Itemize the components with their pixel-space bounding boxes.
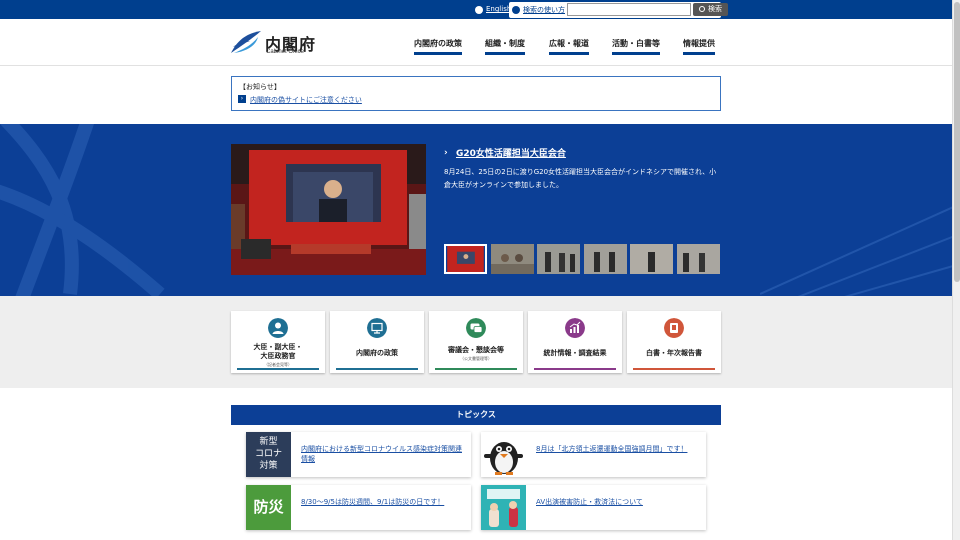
bousai-icon: 防災: [246, 485, 291, 530]
penguin-icon: [481, 432, 526, 477]
topic-link[interactable]: 内閣府における新型コロナウイルス感染症対策関連情報: [301, 444, 466, 464]
category-tile-policy[interactable]: 内閣府の政策: [330, 311, 424, 373]
logo-text-en[interactable]: Cabinet Office: [266, 49, 304, 55]
category-label: 白書・年次報告書: [646, 349, 702, 357]
category-label: 内閣府の政策: [356, 349, 398, 357]
cabinet-office-logo-icon[interactable]: [230, 29, 262, 55]
nav-information[interactable]: 情報提供: [683, 38, 715, 55]
hero-photo[interactable]: [231, 144, 426, 275]
category-tile-statistics[interactable]: 統計情報・調査結果: [528, 311, 622, 373]
search-help-link[interactable]: 検索の使い方: [523, 5, 565, 15]
notice-link[interactable]: 内閣府の偽サイトにご注意ください: [250, 95, 362, 105]
notice-title: 【お知らせ】: [239, 83, 281, 91]
carousel-thumbnail[interactable]: [444, 244, 487, 274]
topic-card[interactable]: 8月は「北方領土返還運動全国強調月間」です！: [481, 432, 706, 477]
search-icon: [699, 6, 705, 12]
decorative-pattern-icon: [0, 124, 165, 296]
notice-box: 【お知らせ】 › 内閣府の偽サイトにご注意ください: [231, 76, 721, 111]
category-underline: [336, 368, 418, 370]
category-sub: （公文書管理等）: [460, 356, 492, 361]
chevron-right-icon: ›: [238, 95, 246, 103]
presentation-icon: [367, 318, 387, 338]
carousel-thumbnail[interactable]: [677, 244, 720, 274]
book-icon: [664, 318, 684, 338]
topic-link[interactable]: 8/30～9/5は防災週間、9/1は防災の日です！: [301, 497, 466, 507]
carousel-thumbnail[interactable]: [491, 244, 534, 274]
hero-description: 8月24日、25日の2日に渡りG20女性活躍担当大臣会合がインドネシアで開催され…: [444, 168, 717, 189]
chat-icon: [466, 318, 486, 338]
category-tile-councils[interactable]: 審議会・懇談会等 （公文書管理等）: [429, 311, 523, 373]
category-underline: [633, 368, 715, 370]
nav-public-relations[interactable]: 広報・報道: [549, 38, 589, 55]
search-button[interactable]: 検索: [693, 3, 728, 16]
chevron-right-icon: ›: [444, 148, 448, 158]
topics-heading: トピックス: [231, 405, 721, 425]
decorative-rays-icon: [760, 206, 952, 296]
topic-card[interactable]: AV出演被害防止・救済法について: [481, 485, 706, 530]
category-underline: [435, 368, 517, 370]
search-input[interactable]: [567, 3, 691, 16]
category-underline: [237, 368, 319, 370]
carousel-thumbnail[interactable]: [630, 244, 673, 274]
nav-activities[interactable]: 活動・白書等: [612, 38, 660, 55]
category-underline: [534, 368, 616, 370]
nav-policy[interactable]: 内閣府の政策: [414, 38, 462, 55]
chart-icon: [565, 318, 585, 338]
category-label: 大臣・副大臣・ 大臣政務官: [253, 343, 303, 360]
category-label: 審議会・懇談会等: [448, 346, 504, 354]
top-utility-bar: English 検索の使い方 検索: [0, 0, 952, 19]
carousel-thumbnail[interactable]: [537, 244, 580, 274]
carousel-thumbnail[interactable]: [584, 244, 627, 274]
hero-carousel: › G20女性活躍担当大臣会合 8月24日、25日の2日に渡りG20女性活躍担当…: [0, 124, 952, 296]
search-button-label: 検索: [708, 5, 722, 13]
english-link[interactable]: English: [486, 5, 511, 13]
globe-icon: [475, 6, 483, 14]
av-icon: [481, 485, 526, 530]
category-tile-whitepapers[interactable]: 白書・年次報告書: [627, 311, 721, 373]
search-box: 検索の使い方 検索: [509, 2, 728, 18]
category-tile-ministers[interactable]: 大臣・副大臣・ 大臣政務官 （記者会見等）: [231, 311, 325, 373]
page-scrollbar[interactable]: [952, 0, 960, 540]
covid-icon: 新型 コロナ 対策: [246, 432, 291, 477]
topic-link[interactable]: 8月は「北方領土返還運動全国強調月間」です！: [536, 444, 701, 454]
help-icon: [512, 6, 520, 14]
topic-card[interactable]: 新型 コロナ 対策 内閣府における新型コロナウイルス感染症対策関連情報: [246, 432, 471, 477]
category-label: 統計情報・調査結果: [543, 349, 607, 357]
hero-title-link[interactable]: G20女性活躍担当大臣会合: [456, 146, 566, 159]
topic-card[interactable]: 防災 8/30～9/5は防災週間、9/1は防災の日です！: [246, 485, 471, 530]
scrollbar-thumb[interactable]: [954, 2, 960, 282]
topic-link[interactable]: AV出演被害防止・救済法について: [536, 497, 701, 507]
person-icon: [268, 318, 288, 338]
nav-organization[interactable]: 組織・制度: [485, 38, 525, 55]
site-header: 内閣府 Cabinet Office 内閣府の政策 組織・制度 広報・報道 活動…: [0, 19, 952, 66]
